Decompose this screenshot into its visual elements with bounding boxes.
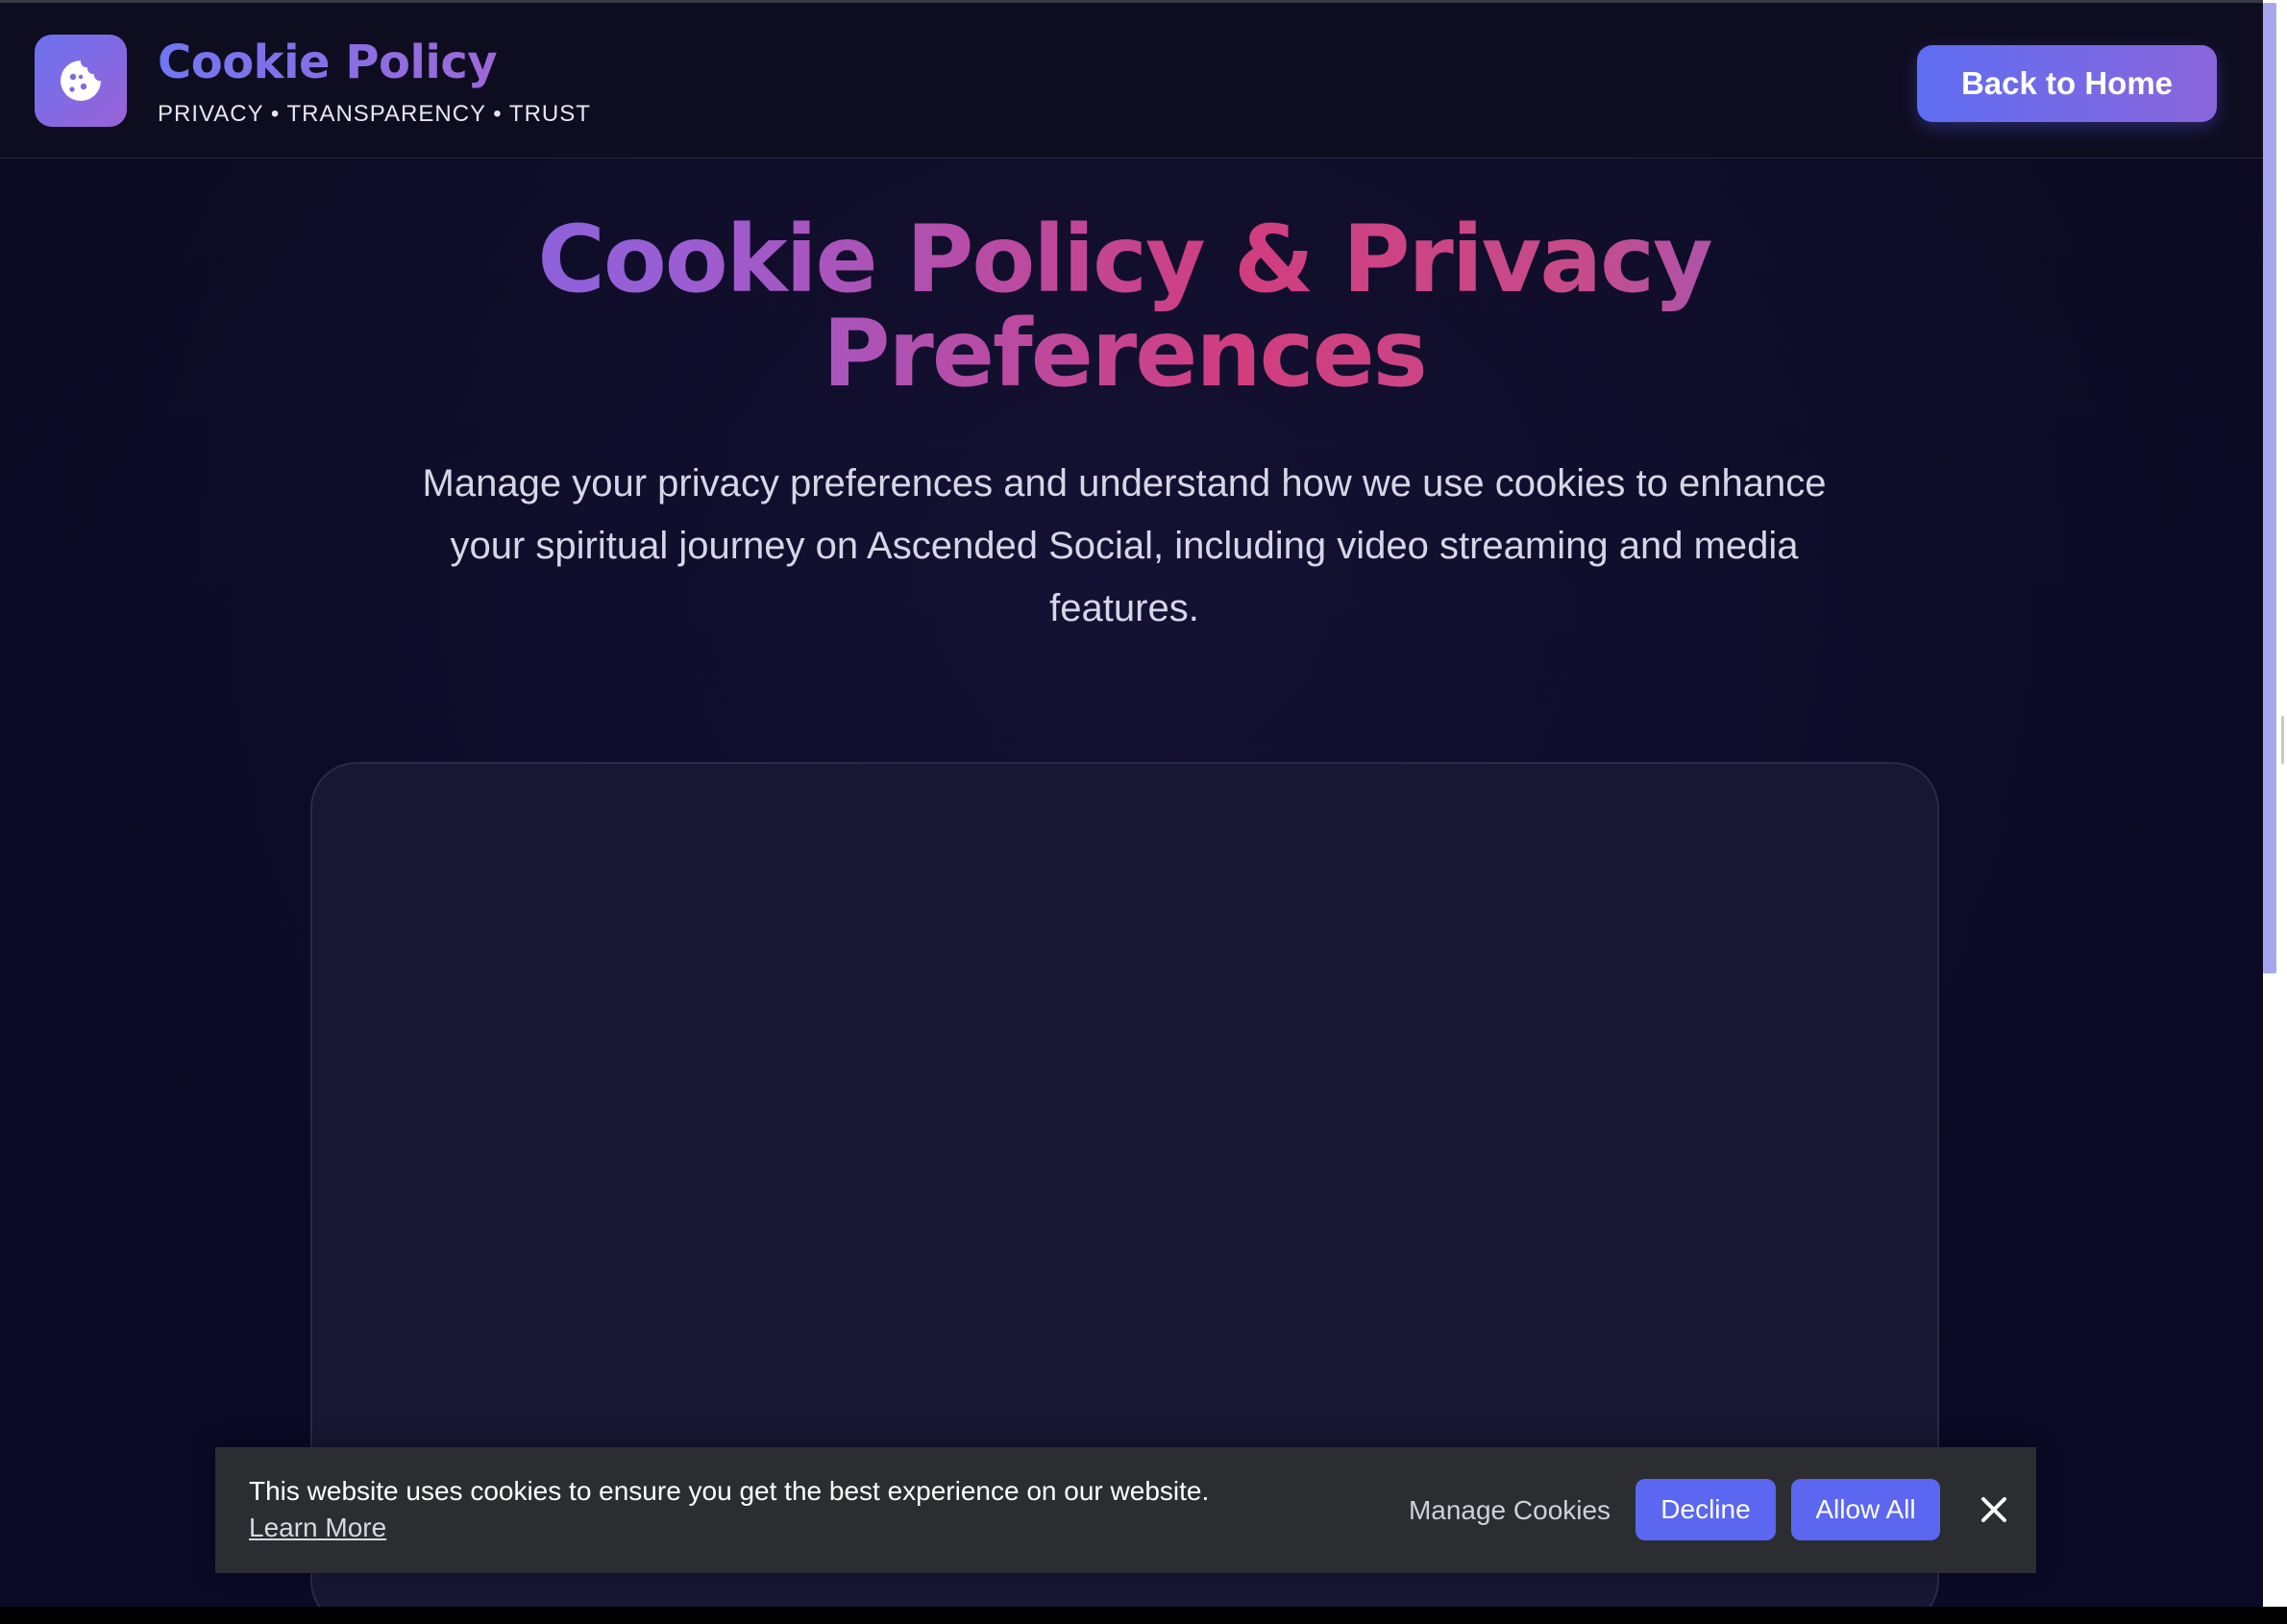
decline-button[interactable]: Decline — [1635, 1479, 1776, 1540]
page-title-line1: Cookie Policy & Privacy — [537, 206, 1711, 313]
site-header: Cookie Policy PRIVACY • TRANSPARENCY • T… — [0, 3, 2263, 159]
cookie-consent-banner: This website uses cookies to ensure you … — [215, 1447, 2036, 1573]
page-viewport: Cookie Policy PRIVACY • TRANSPARENCY • T… — [0, 0, 2263, 1607]
scrollbar-thumb[interactable] — [2263, 3, 2276, 973]
close-icon — [1981, 1497, 2006, 1522]
vertical-scrollbar[interactable] — [2263, 0, 2287, 1624]
brand-tagline: PRIVACY • TRANSPARENCY • TRUST — [158, 101, 591, 127]
cookie-banner-message: This website uses cookies to ensure you … — [249, 1476, 1210, 1506]
page-subtitle: Manage your privacy preferences and unde… — [422, 462, 1827, 629]
scrollbar-resize-grip[interactable] — [2281, 716, 2284, 764]
logo[interactable] — [35, 35, 127, 127]
allow-all-button[interactable]: Allow All — [1791, 1479, 1940, 1540]
brand-title: Cookie Policy — [158, 36, 498, 89]
back-to-home-button[interactable]: Back to Home — [1917, 45, 2217, 122]
page-title-line2: Preferences — [823, 300, 1426, 407]
learn-more-link[interactable]: Learn More — [249, 1513, 386, 1543]
close-banner-button[interactable] — [1967, 1483, 2021, 1537]
page-title: Cookie Policy & Privacy Preferences — [0, 212, 2249, 401]
window-bottom-edge — [0, 1607, 2287, 1624]
manage-cookies-button[interactable]: Manage Cookies — [1380, 1482, 1639, 1539]
cookie-icon — [61, 61, 101, 101]
